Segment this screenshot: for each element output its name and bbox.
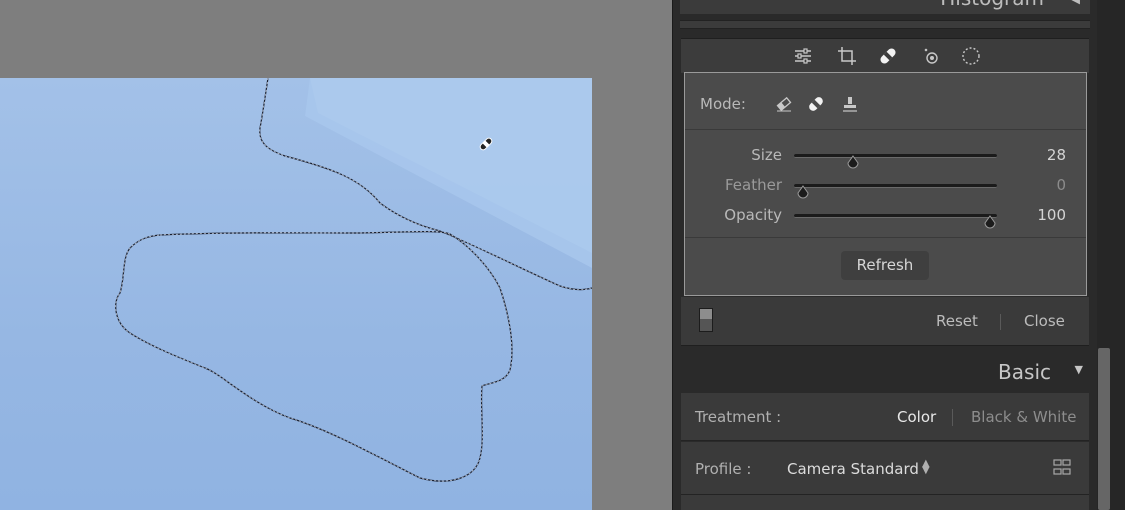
heal-tool-panel: Mode: Size 28 Feather 0 Opacity 100 Refr… [684, 72, 1087, 296]
tool-strip [681, 38, 1089, 73]
healing-cursor-icon [479, 137, 493, 151]
size-value[interactable]: 28 [1047, 146, 1066, 164]
histogram-title: Histogram [940, 0, 1044, 10]
profile-dropdown[interactable]: Camera Standard [787, 460, 919, 478]
eraser-icon[interactable] [775, 95, 793, 113]
size-slider[interactable] [794, 154, 997, 169]
opacity-value[interactable]: 100 [1037, 206, 1066, 224]
collapse-triangle-icon[interactable]: ◀ [1072, 0, 1080, 6]
healing-icon[interactable] [877, 45, 899, 67]
treatment-color-option[interactable]: Color [897, 408, 936, 426]
feather-value[interactable]: 0 [1056, 176, 1066, 194]
tool-toggle-switch[interactable] [699, 308, 713, 332]
photo-content [115, 78, 592, 482]
next-row [681, 495, 1089, 510]
close-button[interactable]: Close [1024, 312, 1065, 330]
expand-triangle-icon[interactable]: ▼ [1075, 363, 1083, 376]
red-eye-icon[interactable] [921, 45, 943, 67]
updown-arrows-icon[interactable]: ▲ ▼ [922, 459, 930, 476]
photo-canvas[interactable] [0, 78, 592, 510]
size-slider-thumb[interactable] [846, 155, 860, 171]
size-label: Size [751, 146, 782, 164]
heal-footer: Reset Close [681, 297, 1089, 346]
opacity-slider[interactable] [794, 214, 997, 229]
treatment-row: Treatment : Color Black & White [681, 393, 1089, 441]
feather-slider-thumb[interactable] [796, 185, 810, 201]
heal-divider [685, 237, 1086, 238]
histogram-header[interactable]: Histogram ◀ [680, 0, 1090, 14]
heal-icon[interactable] [807, 95, 825, 113]
treatment-bw-option[interactable]: Black & White [971, 408, 1076, 426]
clone-stamp-icon[interactable] [841, 95, 859, 113]
footer-separator [1000, 314, 1001, 330]
treatment-separator [952, 409, 953, 426]
feather-label: Feather [724, 176, 782, 194]
refresh-button[interactable]: Refresh [841, 251, 929, 280]
feather-slider-row: Feather 0 [685, 176, 1086, 206]
opacity-slider-thumb[interactable] [983, 215, 997, 231]
opacity-slider-row: Opacity 100 [685, 206, 1086, 236]
opacity-label: Opacity [724, 206, 782, 224]
mode-label: Mode: [700, 95, 746, 113]
basic-panel-header[interactable]: Basic ▼ [681, 350, 1089, 390]
profile-row: Profile : Camera Standard ▲ ▼ [681, 442, 1089, 495]
crop-icon[interactable] [836, 45, 858, 67]
size-slider-row: Size 28 [685, 146, 1086, 176]
feather-slider[interactable] [794, 184, 997, 199]
histogram-strip [680, 20, 1090, 29]
profile-label: Profile : [695, 460, 752, 478]
sliders-icon[interactable] [792, 45, 814, 67]
scrollbar-thumb[interactable] [1098, 348, 1110, 510]
basic-title: Basic [998, 360, 1051, 384]
mode-row: Mode: [685, 73, 1086, 130]
profile-browser-icon[interactable] [1053, 459, 1071, 475]
treatment-label: Treatment : [695, 408, 782, 426]
reset-button[interactable]: Reset [936, 312, 978, 330]
masking-icon[interactable] [960, 45, 982, 67]
